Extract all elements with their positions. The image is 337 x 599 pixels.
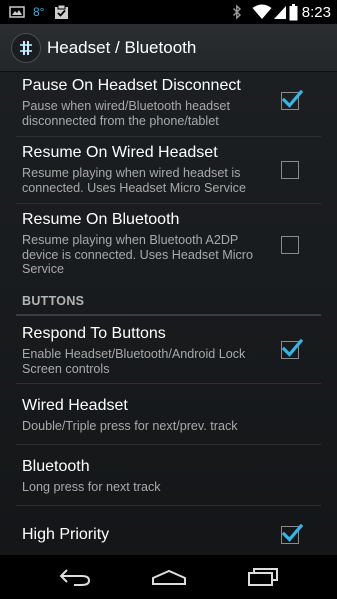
pause-disconnect-checkbox[interactable]: [281, 89, 304, 110]
clock-text: 8:23: [301, 3, 331, 21]
status-bar: 8° 8:23: [0, 0, 337, 24]
pref-bluetooth[interactable]: Bluetooth Long press for next track: [0, 445, 337, 505]
pref-title: High Priority: [22, 526, 110, 543]
pref-summary: Enable Headset/Bluetooth/Android Lock Sc…: [22, 347, 246, 376]
pref-wired-headset[interactable]: Wired Headset Double/Triple press for ne…: [0, 384, 337, 444]
home-icon[interactable]: [139, 555, 199, 599]
resume-bluetooth-checkbox[interactable]: [281, 236, 299, 254]
pref-title: Pause On Headset Disconnect: [22, 77, 241, 94]
pref-summary: Resume playing when Bluetooth A2DP devic…: [22, 233, 253, 276]
gallery-notification-icon: [9, 0, 25, 24]
pref-title: Resume On Bluetooth: [22, 211, 180, 228]
checklist-notification-icon: [54, 0, 69, 24]
navigation-bar: [0, 555, 337, 599]
category-header-buttons: BUTTONS: [22, 294, 85, 308]
pref-title: Wired Headset: [22, 397, 128, 414]
resume-wired-checkbox[interactable]: [281, 161, 299, 179]
pref-summary: Pause when wired/Bluetooth headset disco…: [22, 99, 230, 128]
battery-icon: [289, 0, 298, 24]
pref-title: Bluetooth: [22, 458, 90, 475]
pref-high-priority[interactable]: High Priority: [0, 506, 337, 555]
pref-resume-wired[interactable]: Resume On Wired Headset Resume playing w…: [0, 137, 337, 203]
pref-summary: Resume playing when wired headset is con…: [22, 166, 246, 195]
back-icon[interactable]: [45, 555, 105, 599]
recent-apps-icon[interactable]: [233, 555, 293, 599]
temperature-text: 8°: [33, 5, 45, 19]
pref-summary: Long press for next track: [22, 480, 161, 494]
pref-title: Respond To Buttons: [22, 325, 166, 342]
signal-icon: [273, 0, 287, 24]
bluetooth-icon: [232, 0, 242, 24]
pref-respond-to-buttons[interactable]: Respond To Buttons Enable Headset/Blueto…: [0, 316, 337, 383]
pref-summary: Double/Triple press for next/prev. track: [22, 419, 238, 433]
settings-list: Pause On Headset Disconnect Pause when w…: [0, 72, 337, 555]
wifi-icon: [252, 0, 272, 24]
page-title: Headset / Bluetooth: [47, 37, 197, 57]
pref-title: Resume On Wired Headset: [22, 144, 218, 161]
high-priority-checkbox[interactable]: [281, 523, 304, 544]
respond-buttons-checkbox[interactable]: [281, 338, 304, 359]
pref-resume-bluetooth[interactable]: Resume On Bluetooth Resume playing when …: [0, 204, 337, 282]
pref-pause-on-disconnect[interactable]: Pause On Headset Disconnect Pause when w…: [0, 72, 337, 129]
equalizer-app-icon[interactable]: [11, 32, 41, 63]
action-bar: Headset / Bluetooth: [0, 24, 337, 72]
